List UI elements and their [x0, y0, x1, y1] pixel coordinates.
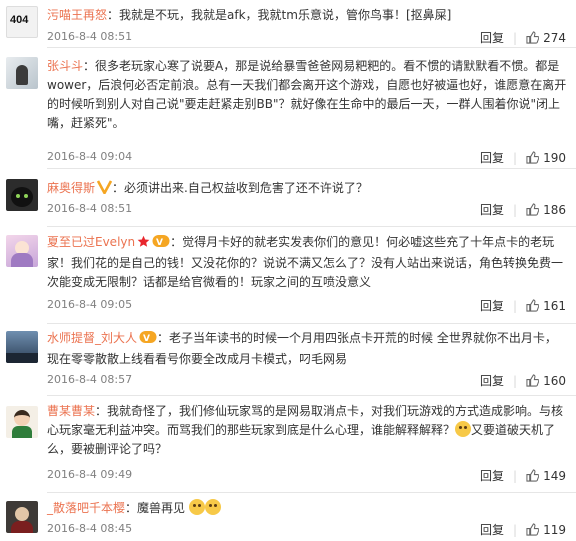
reply-button[interactable]: 回复 — [480, 467, 504, 484]
like-count: 119 — [543, 522, 566, 537]
avatar-figure — [15, 507, 29, 521]
like-button[interactable]: 190 — [526, 151, 566, 165]
timestamp: 2016-8-4 09:04 — [47, 150, 133, 163]
like-count: 274 — [543, 30, 566, 45]
like-count: 186 — [543, 202, 566, 217]
star-icon — [137, 235, 150, 254]
like-button[interactable]: 186 — [526, 203, 566, 217]
comment-item: _散落吧千本樱：魔兽再见 2016-8-4 08:45 回复 | 119 — [0, 493, 576, 541]
thumbs-up-icon — [526, 31, 540, 44]
thumbs-up-icon — [526, 523, 540, 536]
vip-icon: V — [139, 330, 157, 350]
emoji-icon — [204, 499, 221, 515]
thumbs-up-icon — [526, 299, 540, 312]
comment-text: 必须讲出来.自己权益收到危害了还不许说了？ — [124, 181, 368, 195]
comment-item: 张斗斗：很多老玩家心寒了说要A，那是说给暴雪爸爸网易粑粑的。看不惯的请默默看不惯… — [0, 48, 576, 169]
thumbs-up-icon — [526, 203, 540, 216]
timestamp: 2016-8-4 08:51 — [47, 202, 133, 215]
avatar[interactable]: 404 — [6, 6, 38, 38]
reply-button[interactable]: 回复 — [480, 372, 504, 389]
avatar[interactable] — [6, 331, 38, 363]
comment-item: 404 污喵王再怒：我就是不玩，我就是afk，我就tm乐意说，管你鸟事！[抠鼻屎… — [0, 0, 576, 48]
like-count: 160 — [543, 373, 566, 388]
like-button[interactable]: 149 — [526, 469, 566, 483]
svg-text:V: V — [143, 334, 150, 344]
comment-text: 我就是不玩，我就是afk，我就tm乐意说，管你鸟事！[抠鼻屎] — [119, 8, 452, 22]
avatar[interactable] — [6, 235, 38, 267]
thumbs-up-icon — [526, 151, 540, 164]
comment-text: 很多老玩家心寒了说要A，那是说给暴雪爸爸网易粑粑的。看不惯的请默默看不惯。都是w… — [47, 59, 567, 130]
reply-button[interactable]: 回复 — [480, 297, 504, 314]
commenter-name[interactable]: 张斗斗 — [47, 59, 83, 73]
avatar[interactable] — [6, 501, 38, 533]
emoji-icon — [188, 499, 205, 515]
like-button[interactable]: 160 — [526, 374, 566, 388]
like-button[interactable]: 274 — [526, 31, 566, 45]
like-button[interactable]: 161 — [526, 299, 566, 313]
avatar-cat — [11, 187, 33, 207]
avatar[interactable] — [6, 406, 38, 438]
avatar-figure — [14, 410, 30, 426]
timestamp: 2016-8-4 08:45 — [47, 522, 133, 535]
commenter-name[interactable]: 麻奥得斯 — [47, 181, 95, 195]
comment-item: 麻奥得斯 ：必须讲出来.自己权益收到危害了还不许说了？ 2016-8-4 08:5… — [0, 169, 576, 227]
reply-button[interactable]: 回复 — [480, 521, 504, 538]
timestamp: 2016-8-4 09:05 — [47, 298, 133, 311]
timestamp: 2016-8-4 08:51 — [47, 30, 133, 43]
like-count: 149 — [543, 468, 566, 483]
comment-item: 曹某曹某：我就奇怪了，我们修仙玩家骂的是网易取消点卡，对我们玩游戏的方式造成影响… — [0, 396, 576, 493]
reply-button[interactable]: 回复 — [480, 149, 504, 166]
v-icon — [96, 180, 113, 200]
timestamp: 2016-8-4 09:49 — [47, 468, 133, 481]
commenter-name[interactable]: 曹某曹某 — [47, 404, 95, 418]
like-button[interactable]: 119 — [526, 523, 566, 537]
reply-button[interactable]: 回复 — [480, 29, 504, 46]
avatar[interactable] — [6, 179, 38, 211]
timestamp: 2016-8-4 08:57 — [47, 373, 133, 386]
thumbs-up-icon — [526, 374, 540, 387]
emoji-icon — [455, 421, 472, 437]
comment-item: 夏至已过Evelyn V ：觉得月卡好的就老实发表你们的意见！何必嘘这些充了十年点卡… — [0, 227, 576, 324]
commenter-name[interactable]: 污喵王再怒 — [47, 8, 107, 22]
reply-button[interactable]: 回复 — [480, 201, 504, 218]
commenter-name[interactable]: _散落吧千本樱 — [47, 501, 125, 515]
like-count: 161 — [543, 298, 566, 313]
like-count: 190 — [543, 150, 566, 165]
comment-text: 魔兽再见 — [137, 501, 186, 515]
avatar-figure — [16, 65, 28, 85]
comment-item: 水师提督_刘大人 V ：老子当年读书的时候一个月用四张点卡开荒的时候 全世界就你不出… — [0, 324, 576, 396]
vip-icon: V — [152, 234, 170, 254]
avatar[interactable] — [6, 57, 38, 89]
avatar-text: 404 — [10, 14, 29, 26]
thumbs-up-icon — [526, 469, 540, 482]
commenter-name[interactable]: 水师提督_刘大人 — [47, 331, 137, 345]
avatar-landscape — [6, 353, 38, 363]
svg-text:V: V — [156, 238, 163, 248]
commenter-name[interactable]: 夏至已过Evelyn — [47, 235, 135, 249]
